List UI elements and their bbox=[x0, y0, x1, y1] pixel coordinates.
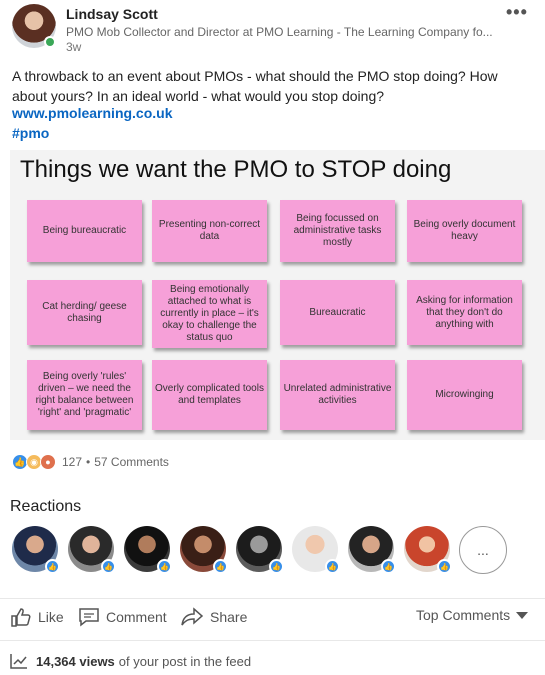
like-badge-icon: 👍 bbox=[437, 559, 452, 574]
like-badge-icon: 👍 bbox=[381, 559, 396, 574]
analytics-icon bbox=[10, 654, 27, 669]
views-suffix: of your post in the feed bbox=[118, 653, 252, 669]
post-hashtag[interactable]: #pmo bbox=[12, 125, 49, 141]
curious-icon: ● bbox=[40, 454, 56, 470]
sort-comments-dropdown[interactable]: Top Comments bbox=[416, 607, 529, 623]
online-status-icon bbox=[44, 36, 56, 48]
reaction-count[interactable]: 127 bbox=[62, 455, 82, 469]
comment-button[interactable]: Comment bbox=[78, 607, 167, 627]
author-headline: PMO Mob Collector and Director at PMO Le… bbox=[66, 25, 493, 39]
like-button[interactable]: Like bbox=[10, 607, 64, 627]
post-views[interactable]: 14,364 views of your post in the feed bbox=[0, 640, 545, 675]
sticky-note: Bureaucratic bbox=[280, 280, 395, 345]
reactor-avatar[interactable]: 👍 bbox=[404, 526, 452, 574]
views-count[interactable]: 14,364 views bbox=[36, 654, 115, 669]
sticky-note: Asking for information that they don't d… bbox=[407, 280, 522, 345]
sticky-note: Overly complicated tools and templates bbox=[152, 360, 267, 430]
post-link[interactable]: www.pmolearning.co.uk bbox=[12, 105, 173, 121]
sticky-note: Being bureaucratic bbox=[27, 200, 142, 262]
reactor-avatar[interactable]: 👍 bbox=[348, 526, 396, 574]
comment-count[interactable]: 57 Comments bbox=[94, 455, 169, 469]
more-options-icon[interactable]: ••• bbox=[506, 2, 528, 23]
reactor-avatar[interactable]: 👍 bbox=[292, 526, 340, 574]
sticky-note: Being focussed on administrative tasks m… bbox=[280, 200, 395, 262]
post-time: 3w bbox=[66, 40, 82, 54]
like-badge-icon: 👍 bbox=[213, 559, 228, 574]
sticky-note: Unrelated administrative activities bbox=[280, 360, 395, 430]
thumbs-up-icon bbox=[11, 608, 31, 627]
post-header: Lindsay Scott PMO Mob Collector and Dire… bbox=[0, 0, 545, 60]
social-counts[interactable]: 👍 ◉ ● 127 • 57 Comments bbox=[12, 452, 169, 472]
action-bar: Like Comment Share Top Comments bbox=[0, 598, 545, 634]
like-badge-icon: 👍 bbox=[45, 559, 60, 574]
reactions-heading: Reactions bbox=[10, 498, 82, 515]
image-title: Things we want the PMO to STOP doing bbox=[20, 156, 452, 183]
reactor-avatar[interactable]: 👍 bbox=[124, 526, 172, 574]
sticky-note: Presenting non-correct data bbox=[152, 200, 267, 262]
like-badge-icon: 👍 bbox=[157, 559, 172, 574]
sticky-note: Being overly document heavy bbox=[407, 200, 522, 262]
author-name[interactable]: Lindsay Scott bbox=[66, 6, 158, 22]
more-reactions-button[interactable]: ... bbox=[459, 526, 507, 574]
like-label: Like bbox=[38, 609, 64, 625]
separator: • bbox=[86, 455, 91, 469]
sticky-note: Being overly 'rules' driven – we need th… bbox=[27, 360, 142, 430]
share-icon bbox=[181, 607, 204, 626]
reactor-avatar[interactable]: 👍 bbox=[12, 526, 60, 574]
sticky-note: Being emotionally attached to what is cu… bbox=[152, 280, 267, 348]
post-text: A throwback to an event about PMOs - wha… bbox=[12, 68, 498, 104]
reactor-avatar[interactable]: 👍 bbox=[68, 526, 116, 574]
like-badge-icon: 👍 bbox=[269, 559, 284, 574]
comment-icon bbox=[79, 608, 99, 627]
reactor-avatar[interactable]: 👍 bbox=[180, 526, 228, 574]
like-badge-icon: 👍 bbox=[101, 559, 116, 574]
reactor-avatar[interactable]: 👍 bbox=[236, 526, 284, 574]
sort-label: Top Comments bbox=[416, 607, 511, 623]
post-image[interactable]: Things we want the PMO to STOP doing Bei… bbox=[10, 150, 545, 440]
comment-label: Comment bbox=[106, 609, 167, 625]
sticky-note: Microwinging bbox=[407, 360, 522, 430]
like-badge-icon: 👍 bbox=[325, 559, 340, 574]
chevron-down-icon bbox=[516, 611, 529, 619]
share-button[interactable]: Share bbox=[180, 607, 247, 627]
sticky-note: Cat herding/ geese chasing bbox=[27, 280, 142, 345]
share-label: Share bbox=[210, 609, 248, 625]
